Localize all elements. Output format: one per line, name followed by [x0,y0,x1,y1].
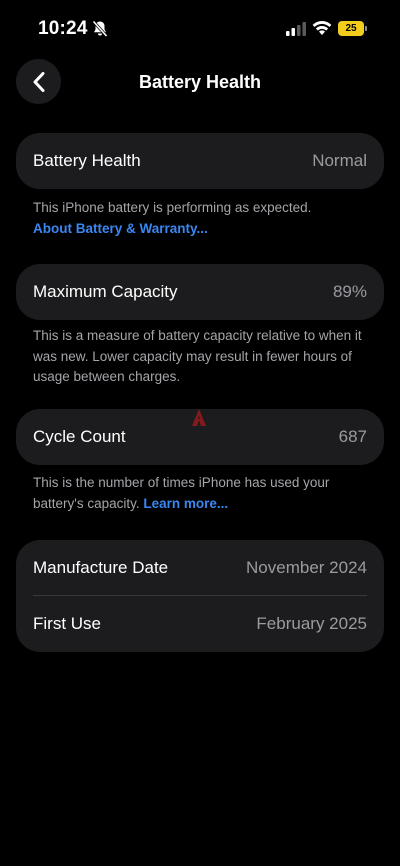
battery-health-description: This iPhone battery is performing as exp… [33,200,312,215]
battery-health-value: Normal [312,151,367,170]
manufacture-date-value: November 2024 [246,558,367,577]
battery-icon: 25 [338,21,368,36]
status-time: 10:24 [38,18,88,39]
battery-tip [365,26,367,31]
first-use-row: First Use February 2025 [16,596,384,652]
battery-level: 25 [338,21,364,36]
battery-health-label: Battery Health [33,151,141,170]
maximum-capacity-label: Maximum Capacity [33,282,178,301]
battery-health-card[interactable]: Battery Health Normal [16,133,384,189]
maximum-capacity-card: Maximum Capacity 89% [16,264,384,320]
first-use-value: February 2025 [256,614,367,633]
maximum-capacity-footnote: This is a measure of battery capacity re… [33,328,362,384]
wifi-icon [312,21,332,35]
status-bar: 10:24 25 [0,0,400,56]
cellular-signal-icon [286,22,306,36]
cycle-count-label: Cycle Count [33,427,126,446]
maximum-capacity-row: Maximum Capacity 89% [16,264,384,320]
dates-card: Manufacture Date November 2024 First Use… [16,540,384,652]
battery-health-screen: 10:24 25 Battery Health Battery Health N… [0,0,400,866]
cycle-count-value: 687 [338,427,367,446]
page-title: Battery Health [138,72,262,92]
manufacture-date-label: Manufacture Date [33,558,169,577]
manufacture-date-row: Manufacture Date November 2024 [16,540,384,596]
bell-slash-icon [92,20,108,38]
first-use-label: First Use [33,614,101,633]
battery-health-footnote: This iPhone battery is performing as exp… [33,198,378,239]
learn-more-link[interactable]: Learn more... [143,496,228,511]
maximum-capacity-value: 89% [332,282,367,301]
watermark-logo-icon [192,409,206,426]
about-battery-warranty-link[interactable]: About Battery & Warranty... [33,219,378,240]
cycle-count-footnote: This is the number of times iPhone has u… [33,473,378,514]
battery-health-row[interactable]: Battery Health Normal [16,133,384,189]
